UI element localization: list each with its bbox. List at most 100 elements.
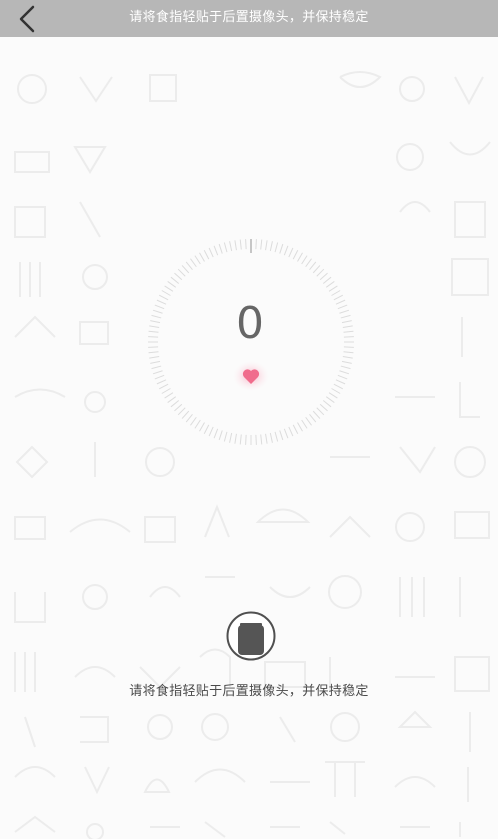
ring-tick	[167, 396, 177, 403]
ring-tick	[203, 249, 210, 260]
ring-tick	[309, 261, 317, 271]
ring-tick	[154, 374, 165, 380]
ring-tick	[218, 243, 223, 254]
header-title: 请将食指轻贴于后置摄像头，并保持稳定	[129, 10, 369, 25]
ring-tick	[190, 258, 197, 268]
header-bar: 请将食指轻贴于后置摄像头，并保持稳定	[0, 0, 498, 37]
pattern-row	[17, 71, 484, 106]
ring-tick	[309, 413, 317, 423]
ring-tick	[185, 261, 193, 271]
ring-tick	[316, 407, 325, 416]
ring-tick	[255, 239, 257, 250]
ring-tick	[342, 325, 353, 328]
ring-tick	[325, 281, 335, 288]
ring-tick	[245, 434, 247, 445]
ring-tick	[154, 304, 165, 310]
ring-tick	[341, 320, 352, 324]
ring-tick	[255, 434, 257, 445]
ring-tick	[156, 299, 167, 305]
ring-tick	[260, 239, 263, 250]
ring-tick	[337, 374, 348, 380]
ring-tick	[333, 383, 344, 390]
ring-tick	[181, 265, 190, 274]
ring-tick	[148, 336, 159, 338]
ring-tick	[301, 419, 308, 429]
heart-icon	[233, 361, 269, 391]
ring-tick	[319, 403, 328, 412]
camera-button[interactable]	[226, 611, 276, 661]
ring-tick	[199, 422, 205, 432]
ring-tick	[292, 249, 299, 260]
ring-tick	[239, 434, 242, 445]
ring-tick	[265, 240, 268, 251]
ring-tick	[150, 360, 161, 364]
ring-tick	[152, 309, 163, 314]
ring-tick	[151, 314, 162, 319]
ring-tick	[279, 430, 284, 441]
ring-tick	[177, 268, 186, 277]
ring-tick	[229, 432, 233, 443]
ring-tick	[148, 330, 159, 333]
ring-tick	[301, 255, 308, 265]
ring-tick	[158, 294, 169, 301]
ring-tick	[316, 268, 325, 277]
ring-tick	[312, 265, 321, 274]
ring-tick	[150, 320, 161, 324]
ring-tick	[161, 388, 171, 394]
ring-tick	[283, 428, 289, 439]
ring-tick	[208, 426, 214, 437]
ring-tick	[297, 252, 303, 262]
heart-rate-value: 0	[236, 298, 264, 349]
ring-tick	[312, 410, 321, 419]
ring-tick	[305, 416, 312, 426]
ring-tick	[167, 281, 177, 288]
ring-tick	[340, 365, 351, 370]
ring-tick	[305, 258, 312, 268]
ring-tick	[322, 276, 332, 284]
ring-tick	[325, 396, 335, 403]
ring-tick	[223, 431, 228, 442]
ring-tick	[288, 247, 294, 258]
ring-tick	[265, 433, 268, 444]
ring-tick	[177, 407, 186, 416]
ring-tick	[213, 245, 219, 256]
ring-tick	[234, 433, 237, 444]
ring-tick	[333, 294, 344, 301]
ring-tick	[331, 388, 341, 394]
ring-tick	[343, 351, 354, 354]
ring-tick	[185, 413, 193, 423]
ring-tick	[174, 272, 183, 281]
ring-tick	[194, 419, 201, 429]
ring-tick	[319, 272, 328, 281]
ring-tick	[223, 242, 228, 253]
ring-tick	[213, 428, 219, 439]
ring-tick	[245, 239, 247, 250]
ring-tick	[149, 325, 160, 328]
chevron-left-icon	[19, 5, 35, 33]
ring-tick	[156, 379, 167, 385]
ring-tick	[234, 240, 237, 251]
ring-tick	[152, 370, 163, 375]
ring-tick	[199, 252, 205, 262]
ring-tick	[158, 383, 169, 390]
ring-tick	[342, 356, 353, 359]
ring-tick	[148, 351, 159, 354]
ring-tick	[239, 239, 242, 250]
ring-tick	[343, 346, 354, 348]
ring-tick	[297, 422, 303, 432]
ring-tick	[279, 243, 284, 254]
ring-tick	[339, 370, 350, 375]
ring-tick	[151, 365, 162, 370]
ring-tick	[203, 424, 210, 435]
ring-tick	[148, 346, 159, 348]
ring-tick	[339, 309, 350, 314]
ring-tick	[335, 299, 346, 305]
ring-tick	[164, 285, 174, 292]
ring-tick	[269, 241, 273, 252]
ring-tick	[274, 242, 279, 253]
back-button[interactable]	[12, 4, 42, 34]
ring-tick	[170, 276, 180, 284]
ring-tick	[174, 403, 183, 412]
ring-tick	[340, 314, 351, 319]
ring-tick	[341, 360, 352, 364]
